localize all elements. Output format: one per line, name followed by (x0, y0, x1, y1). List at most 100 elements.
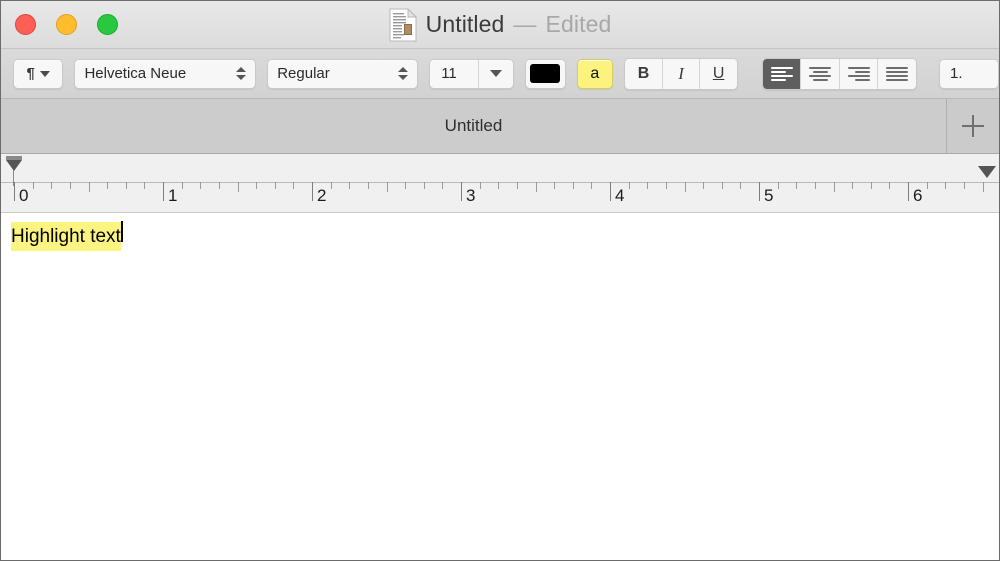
chevron-down-icon (490, 70, 502, 77)
italic-button[interactable]: I (662, 58, 701, 89)
ruler-tick-major (461, 182, 462, 201)
ruler-tick-minor (88, 182, 90, 192)
ruler-tick-minor (200, 182, 202, 189)
ruler-tick-minor (349, 182, 351, 189)
ruler[interactable]: 0 1 2 3 4 5 6 (1, 154, 999, 213)
ruler-label: 6 (913, 186, 923, 205)
ruler-tick-minor (386, 182, 388, 192)
chevron-down-icon (39, 70, 50, 77)
traffic-light-group (15, 14, 118, 35)
align-right-button[interactable] (839, 58, 879, 89)
ruler-tick-minor (535, 182, 537, 192)
tab-label: Untitled (444, 116, 503, 135)
ruler-label: 0 (19, 186, 29, 205)
ruler-tick-minor (237, 182, 239, 192)
ruler-tick-minor (721, 182, 723, 189)
align-justify-button[interactable] (878, 58, 916, 89)
font-style-select[interactable]: Regular (267, 58, 419, 89)
ruler-tick-major (312, 182, 313, 201)
ruler-tick-major (610, 182, 611, 201)
ruler-tick-minor (442, 182, 444, 189)
ruler-tick-minor (367, 182, 369, 189)
font-size-dropdown-button[interactable] (478, 59, 513, 88)
bold-button[interactable]: B (625, 58, 663, 89)
ruler-tick-minor (498, 182, 500, 189)
align-left-button[interactable] (762, 58, 802, 89)
text-color-button[interactable] (525, 58, 566, 89)
align-center-button[interactable] (801, 58, 840, 89)
align-justify-icon (886, 66, 909, 81)
edited-status: Edited (545, 11, 612, 37)
highlight-color-button[interactable]: a (576, 58, 614, 89)
paragraph-style-dropdown[interactable]: ¶ (13, 58, 64, 89)
ruler-tick-major (759, 182, 760, 201)
document-text-area[interactable]: Highlight text (1, 213, 999, 560)
ruler-tick-minor (125, 182, 127, 189)
ruler-tick-minor (833, 182, 835, 192)
ruler-tick-minor (777, 182, 779, 189)
minimize-button[interactable] (56, 14, 77, 35)
text-caret (120, 221, 123, 242)
ruler-tick-minor (591, 182, 593, 189)
window-title-text: Untitled (425, 11, 505, 37)
textedit-window: Untitled — Edited ¶ Helvetica Neue Regul… (0, 0, 1000, 561)
right-indent-marker[interactable] (978, 166, 996, 178)
stepper-arrows-icon (398, 67, 409, 80)
ruler-tick-minor (32, 182, 34, 189)
ruler-tick-major (14, 182, 15, 201)
ruler-tick-minor (796, 182, 798, 189)
ruler-tick-minor (516, 182, 518, 189)
ruler-tick-minor (330, 182, 332, 189)
ruler-tick-minor (926, 182, 928, 189)
font-family-value: Helvetica Neue (84, 65, 187, 82)
ruler-tick-minor (274, 182, 276, 189)
ruler-tick-minor (218, 182, 220, 189)
ruler-tick-minor (293, 182, 295, 189)
ruler-tick-minor (889, 182, 891, 189)
ruler-tick-minor (144, 182, 146, 189)
ruler-tick-minor (256, 182, 258, 189)
document-icon (389, 7, 417, 41)
tab-untitled[interactable]: Untitled (1, 99, 946, 153)
ruler-tick-minor (479, 182, 481, 189)
font-family-select[interactable]: Helvetica Neue (74, 58, 257, 89)
ruler-label: 4 (615, 186, 625, 205)
text-style-group: B I U (624, 57, 738, 90)
new-tab-button[interactable] (946, 99, 999, 153)
zoom-button[interactable] (97, 14, 118, 35)
line-spacing-select[interactable]: 1. (939, 58, 999, 89)
window-title: Untitled — Edited (389, 7, 612, 42)
align-center-icon (809, 66, 832, 81)
document-line: Highlight text (11, 221, 123, 251)
ruler-tick-minor (181, 182, 183, 189)
format-toolbar: ¶ Helvetica Neue Regular 11 a B I U 1. (1, 49, 999, 99)
ruler-tick-minor (572, 182, 574, 189)
ruler-tick-minor (945, 182, 947, 189)
font-style-value: Regular (277, 65, 330, 82)
underline-button[interactable]: U (700, 58, 737, 89)
ruler-label: 2 (317, 186, 327, 205)
ruler-tick-minor (703, 182, 705, 189)
plus-icon (962, 115, 984, 137)
text-color-swatch (530, 64, 561, 83)
font-size-combobox[interactable]: 11 (429, 58, 514, 89)
ruler-tick-minor (684, 182, 686, 192)
pilcrow-icon: ¶ (26, 65, 35, 82)
ruler-tick-minor (665, 182, 667, 189)
alignment-group (761, 57, 917, 90)
ruler-tick-minor (963, 182, 965, 189)
close-button[interactable] (15, 14, 36, 35)
ruler-tick-minor (982, 182, 984, 192)
ruler-tick-minor (740, 182, 742, 189)
ruler-tick-major (163, 182, 164, 201)
ruler-label: 1 (168, 186, 178, 205)
ruler-tick-minor (647, 182, 649, 189)
ruler-tick-minor (405, 182, 407, 189)
ruler-tick-minor (554, 182, 556, 189)
ruler-tick-minor (107, 182, 109, 189)
ruler-label: 3 (466, 186, 476, 205)
ruler-tick-minor (69, 182, 71, 189)
ruler-tick-minor (423, 182, 425, 189)
ruler-tick-minor (814, 182, 816, 189)
highlight-label: a (590, 64, 600, 82)
